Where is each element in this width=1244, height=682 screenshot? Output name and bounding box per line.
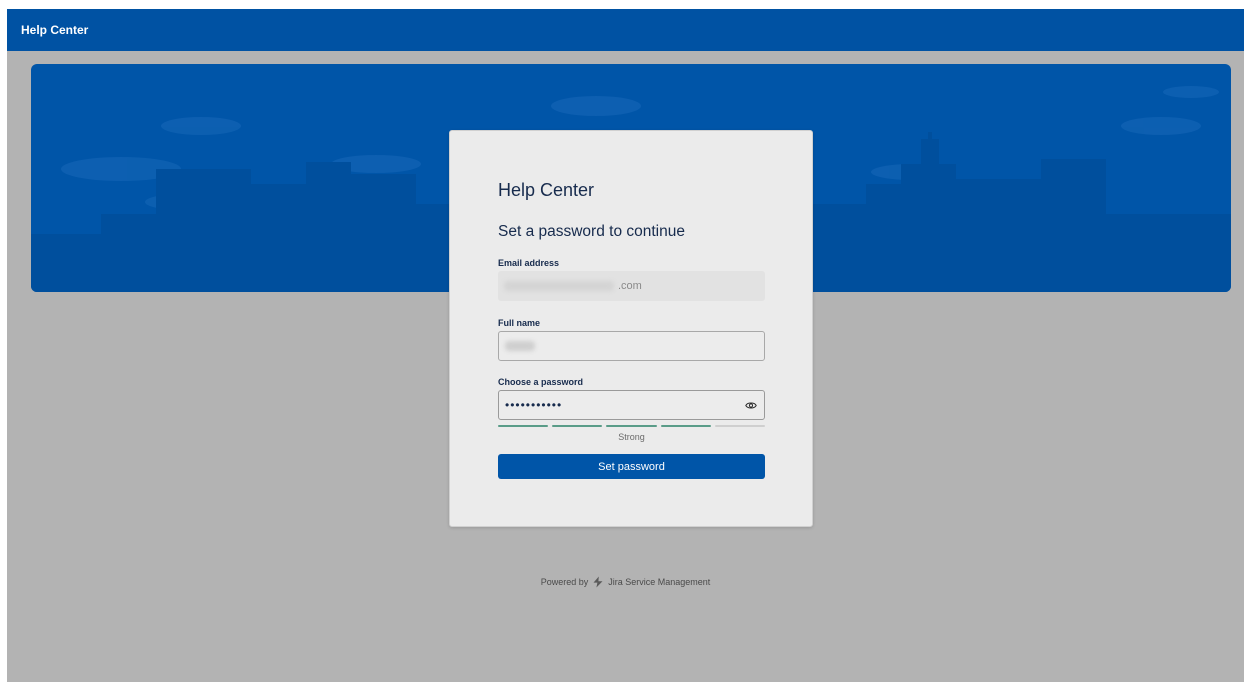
help-center-link[interactable]: Help Center <box>21 23 88 37</box>
jira-bolt-icon <box>593 576 603 588</box>
jira-service-management-link[interactable]: Jira Service Management <box>608 577 710 587</box>
eye-icon[interactable] <box>744 399 758 411</box>
email-suffix: .com <box>618 280 642 292</box>
set-password-card: Help Center Set a password to continue E… <box>449 130 813 527</box>
top-navigation-bar: Help Center <box>7 9 1244 51</box>
redacted-text <box>504 281 614 291</box>
strength-segment <box>606 425 657 427</box>
password-strength-meter <box>498 425 766 428</box>
card-heading: Set a password to continue <box>498 223 685 240</box>
password-field[interactable]: ••••••••••• <box>498 390 765 420</box>
app-frame: Help Center Help Center Set a password t… <box>7 9 1244 682</box>
card-title: Help Center <box>498 180 595 200</box>
email-label: Email address <box>498 258 560 268</box>
password-strength-label: Strong <box>618 432 645 442</box>
strength-segment <box>714 425 766 427</box>
footer: Powered by Jira Service Management <box>7 576 1244 588</box>
email-field: .com <box>498 271 765 301</box>
full-name-label: Full name <box>498 318 541 328</box>
set-password-button[interactable]: Set password <box>498 454 765 479</box>
redacted-text <box>505 341 535 351</box>
strength-segment <box>498 425 549 427</box>
password-label: Choose a password <box>498 377 584 387</box>
powered-by-text: Powered by <box>540 577 589 587</box>
password-masked-value: ••••••••••• <box>505 398 563 412</box>
full-name-field[interactable] <box>498 331 765 361</box>
strength-segment <box>552 425 603 427</box>
strength-segment <box>660 425 711 427</box>
